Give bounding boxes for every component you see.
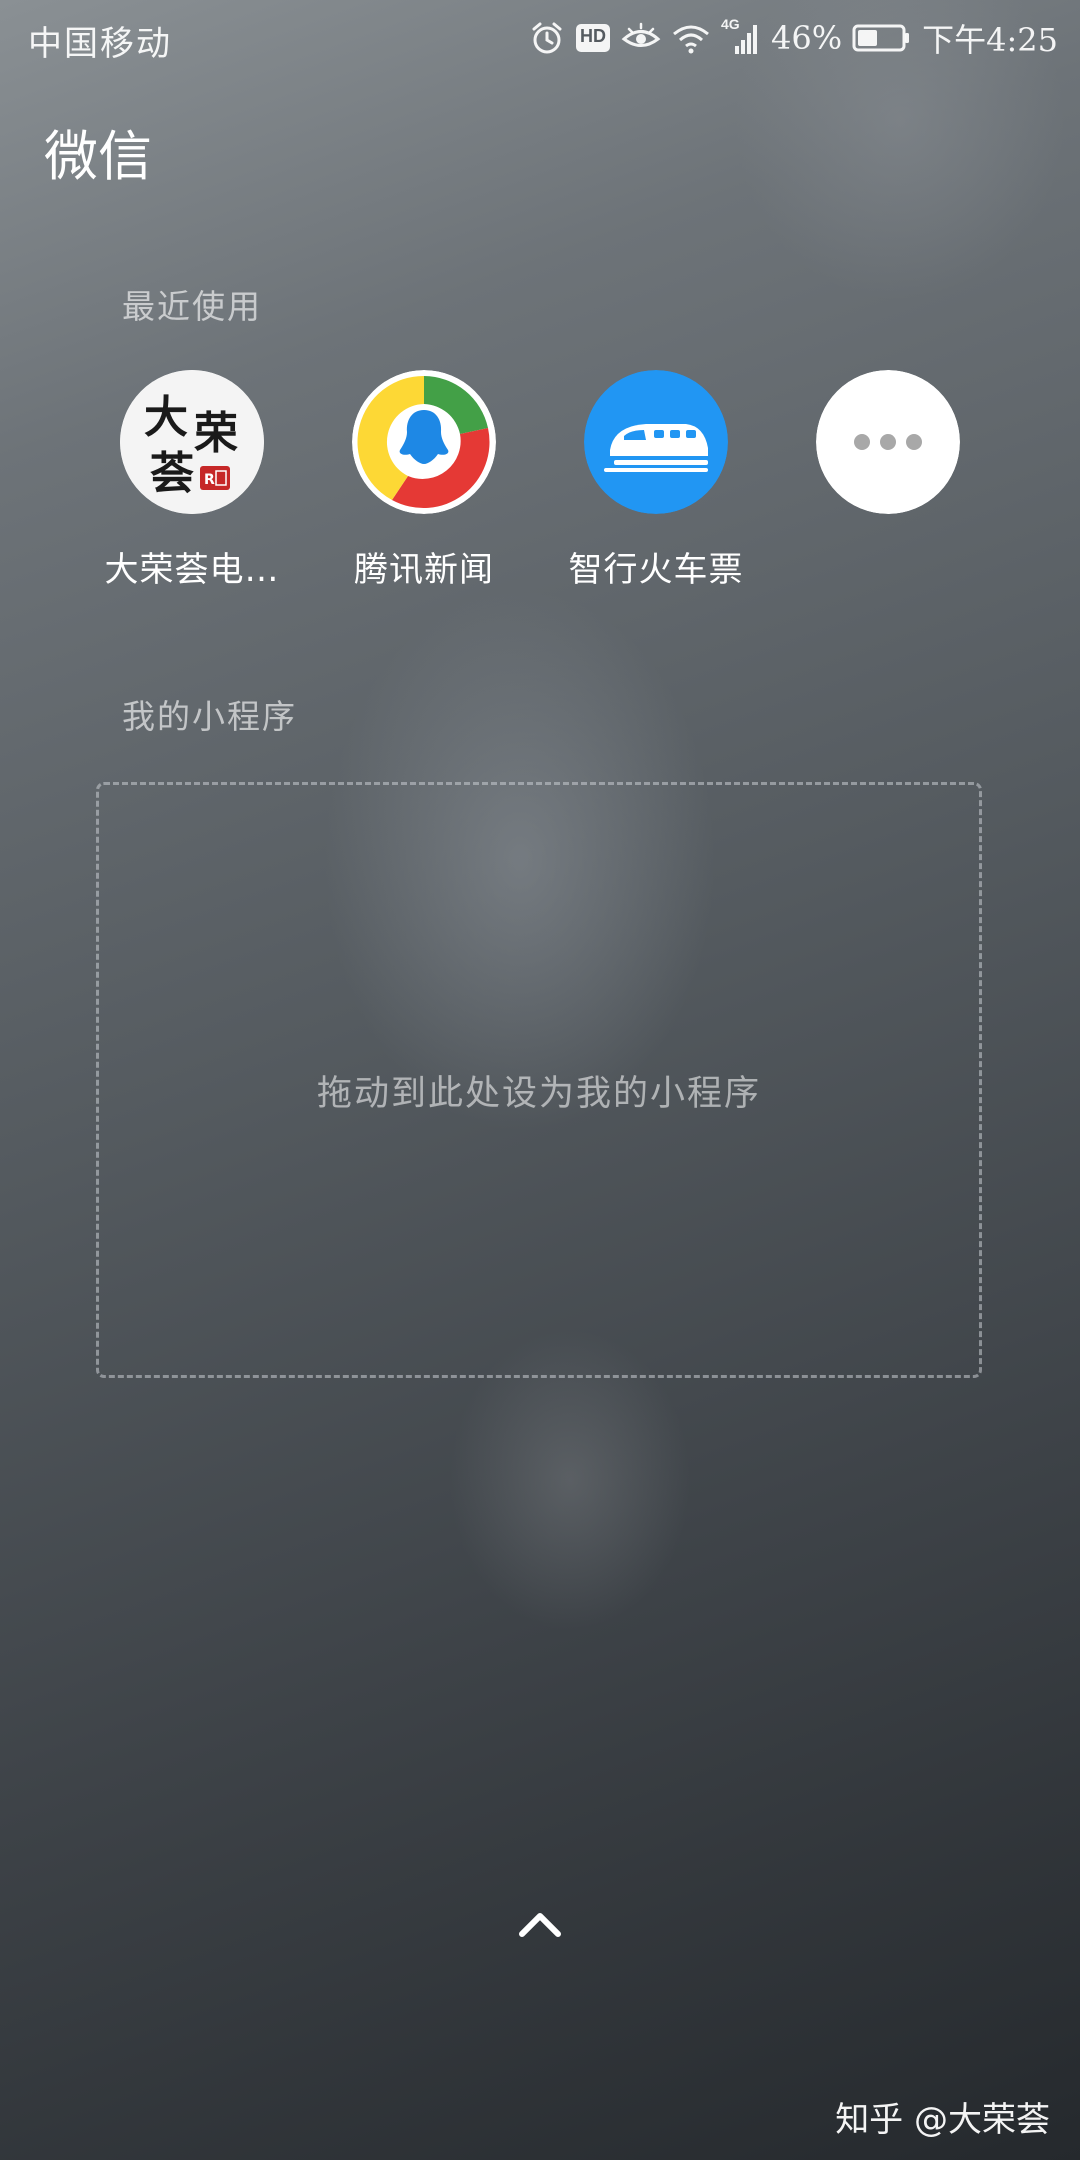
clock: 下午4:25 xyxy=(922,21,1058,59)
darongui-logo-char-2: 荣 xyxy=(194,408,238,459)
darongui-logo-char-1: 大 xyxy=(144,392,188,443)
network-type: 4G xyxy=(721,16,740,32)
recent-apps-row: 大 荣 荟 R 大荣荟电… 腾讯新闻 智行火车票 xyxy=(0,370,1080,600)
mini-app-train-ticket[interactable]: 智行火车票 xyxy=(540,370,772,600)
svg-text:R: R xyxy=(204,472,215,488)
darongui-logo-char-3: 荟 xyxy=(150,448,194,499)
signal-icon: 4G xyxy=(721,16,761,56)
more-mini-apps-button[interactable] xyxy=(772,370,1004,600)
watermark: 知乎 @大荣荟 xyxy=(835,2100,1050,2140)
mini-app-label: 智行火车票 xyxy=(568,550,744,590)
mini-app-label: 腾讯新闻 xyxy=(354,550,494,590)
mini-app-darongui[interactable]: 大 荣 荟 R 大荣荟电… xyxy=(76,370,308,600)
hd-badge-text: HD xyxy=(580,26,606,46)
status-bar: 中国移动 HD 4G 46% 下午4:25 xyxy=(0,0,1080,80)
hd-icon: HD xyxy=(575,22,611,54)
tencent-news-icon xyxy=(352,370,496,514)
status-icons: HD 4G 46% 下午4:25 xyxy=(529,14,1058,62)
my-mini-programs-label: 我的小程序 xyxy=(122,697,297,736)
collapse-panel-button[interactable] xyxy=(510,1900,570,1950)
battery-icon xyxy=(852,22,912,54)
carrier-name: 中国移动 xyxy=(28,24,172,64)
eye-comfort-icon xyxy=(621,22,661,54)
battery-percent: 46% xyxy=(771,19,843,57)
page-title: 微信 xyxy=(44,125,152,188)
wifi-icon xyxy=(671,22,711,54)
mini-app-tencent-news[interactable]: 腾讯新闻 xyxy=(308,370,540,600)
train-icon xyxy=(584,370,728,514)
my-mini-programs-drop-zone[interactable]: 拖动到此处设为我的小程序 xyxy=(96,782,982,1378)
mini-app-label: 大荣荟电… xyxy=(104,550,280,590)
drop-hint-text: 拖动到此处设为我的小程序 xyxy=(316,1074,761,1114)
recent-section-label: 最近使用 xyxy=(122,287,262,326)
darongui-logo-icon: 大 荣 荟 R xyxy=(120,370,264,514)
chevron-up-icon xyxy=(519,1913,561,1937)
more-icon xyxy=(816,370,960,514)
alarm-icon xyxy=(529,20,565,56)
